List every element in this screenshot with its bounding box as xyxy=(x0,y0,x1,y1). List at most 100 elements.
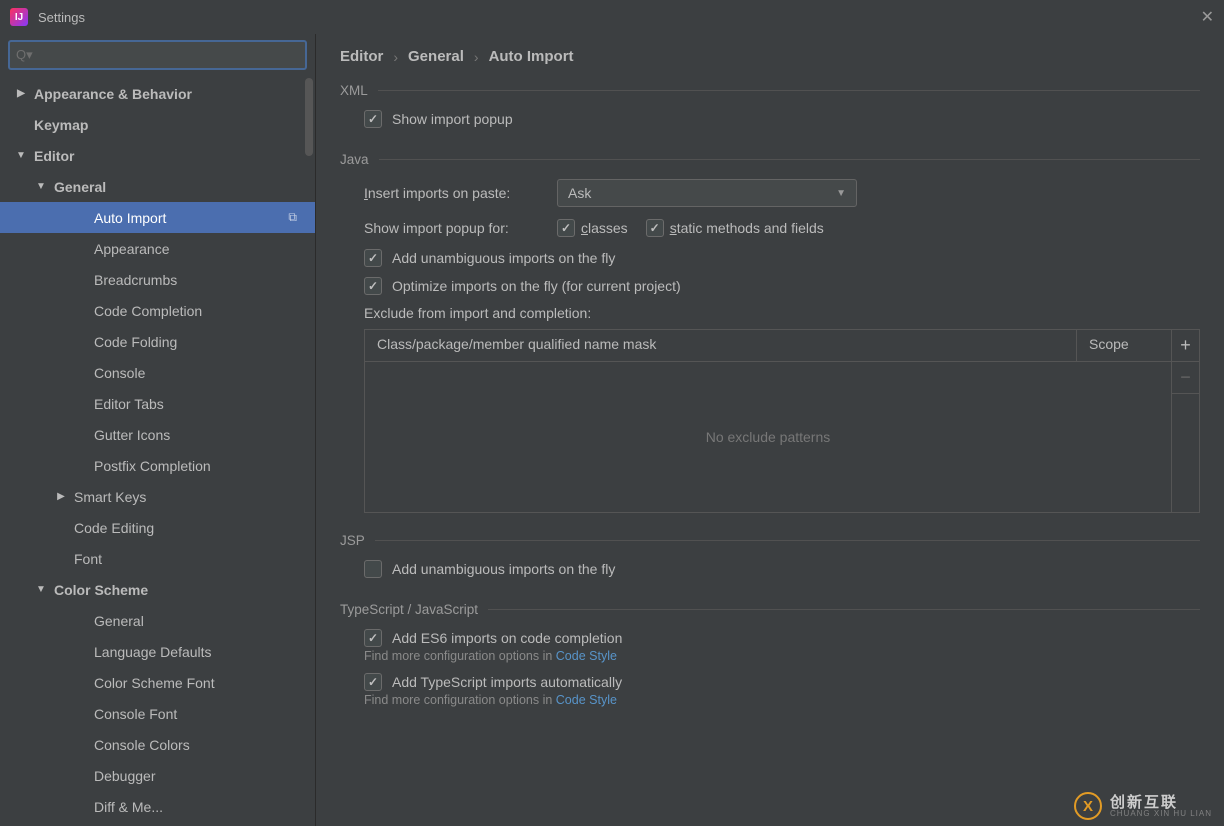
empty-text: No exclude patterns xyxy=(706,429,831,445)
column-header[interactable]: Scope xyxy=(1077,330,1171,361)
section-title: JSP xyxy=(340,533,365,548)
sidebar-item-label: Console xyxy=(94,365,145,381)
chevron-right-icon: › xyxy=(393,49,398,65)
section-jsp: JSP xyxy=(340,533,1200,548)
watermark: X 创新互联 CHUANG XIN HU LIAN xyxy=(1074,792,1212,820)
hint-text: Find more configuration options in Code … xyxy=(364,693,1200,707)
sidebar-item-label: Keymap xyxy=(34,117,88,133)
arrow-icon: ▼ xyxy=(34,584,48,595)
sidebar-item-debugger[interactable]: Debugger xyxy=(0,760,315,791)
sidebar-item-label: Console Colors xyxy=(94,737,190,753)
sidebar-item-editor-tabs[interactable]: Editor Tabs xyxy=(0,388,315,419)
xml-show-popup-checkbox[interactable] xyxy=(364,110,382,128)
sidebar-item-postfix-completion[interactable]: Postfix Completion xyxy=(0,450,315,481)
sidebar: Q▾ ▶Appearance & Behavior Keymap ▼ Editor ▼ G… xyxy=(0,34,316,826)
sidebar-item-label: Appearance xyxy=(94,241,170,257)
section-title: XML xyxy=(340,83,368,98)
close-icon[interactable]: ✕ xyxy=(1201,7,1214,27)
code-style-link[interactable]: Code Style xyxy=(556,693,617,707)
sidebar-item-keymap[interactable]: Keymap xyxy=(0,109,315,140)
checkbox-label: Add TypeScript imports automatically xyxy=(392,674,622,690)
insert-paste-label: Insert imports on paste: xyxy=(364,185,539,201)
exclude-label: Exclude from import and completion: xyxy=(364,305,591,321)
chevron-right-icon: › xyxy=(474,49,479,65)
sidebar-item-breadcrumbs[interactable]: Breadcrumbs xyxy=(0,264,315,295)
sidebar-item-code-editing[interactable]: Code Editing xyxy=(0,512,315,543)
sidebar-item-label: Code Editing xyxy=(74,520,154,536)
arrow-icon: ▶ xyxy=(54,491,68,502)
section-xml: XML xyxy=(340,83,1200,98)
add-es6-checkbox[interactable] xyxy=(364,629,382,647)
sidebar-item-color-scheme-font[interactable]: Color Scheme Font xyxy=(0,667,315,698)
sidebar-item-label: Language Defaults xyxy=(94,644,212,660)
sidebar-item-label: Font xyxy=(74,551,102,567)
search-box[interactable]: Q▾ xyxy=(8,40,307,70)
sidebar-item-label: Color Scheme xyxy=(54,582,148,598)
sidebar-item-appearance-behavior[interactable]: ▶Appearance & Behavior xyxy=(0,78,315,109)
sidebar-item-general[interactable]: General xyxy=(0,605,315,636)
main-panel: Editor › General › Auto Import XML Show … xyxy=(316,34,1224,826)
checkbox-label: Add unambiguous imports on the fly xyxy=(392,561,615,577)
code-style-link[interactable]: Code Style xyxy=(556,649,617,663)
sidebar-item-console[interactable]: Console xyxy=(0,357,315,388)
insert-paste-select[interactable]: Ask ▼ xyxy=(557,179,857,207)
sidebar-item-label: Diff & Me... xyxy=(94,799,163,815)
sidebar-item-label: Postfix Completion xyxy=(94,458,211,474)
checkbox-label: static methods and fields xyxy=(670,220,824,236)
sidebar-item-label: Code Completion xyxy=(94,303,202,319)
window-title: Settings xyxy=(38,10,85,25)
sidebar-item-language-defaults[interactable]: Language Defaults xyxy=(0,636,315,667)
titlebar: IJ Settings ✕ xyxy=(0,0,1224,34)
sidebar-item-diff-me-[interactable]: Diff & Me... xyxy=(0,791,315,822)
checkbox-label: Show import popup xyxy=(392,111,513,127)
sidebar-item-label: General xyxy=(54,179,106,195)
breadcrumb-item[interactable]: General xyxy=(408,48,464,65)
sidebar-item-label: Editor xyxy=(34,148,74,164)
checkbox-label: Add unambiguous imports on the fly xyxy=(392,250,615,266)
breadcrumb-item: Auto Import xyxy=(489,48,574,65)
checkbox-label: Add ES6 imports on code completion xyxy=(392,630,622,646)
sidebar-item-font[interactable]: Font xyxy=(0,543,315,574)
section-java: Java xyxy=(340,152,1200,167)
hint-text: Find more configuration options in Code … xyxy=(364,649,1200,663)
column-header[interactable]: Class/package/member qualified name mask xyxy=(365,330,1077,361)
sidebar-item-console-font[interactable]: Console Font xyxy=(0,698,315,729)
arrow-icon: ▶ xyxy=(14,88,28,99)
sidebar-item-appearance[interactable]: Appearance xyxy=(0,233,315,264)
exclude-table: Class/package/member qualified name mask… xyxy=(364,329,1172,513)
section-ts: TypeScript / JavaScript xyxy=(340,602,1200,617)
sidebar-item-code-folding[interactable]: Code Folding xyxy=(0,326,315,357)
static-methods-checkbox[interactable] xyxy=(646,219,664,237)
sidebar-item-console-colors[interactable]: Console Colors xyxy=(0,729,315,760)
sidebar-item-color-scheme[interactable]: ▼ Color Scheme xyxy=(0,574,315,605)
classes-checkbox[interactable] xyxy=(557,219,575,237)
breadcrumb-item[interactable]: Editor xyxy=(340,48,383,65)
sidebar-item-general[interactable]: ▼ General xyxy=(0,171,315,202)
sidebar-item-label: Breadcrumbs xyxy=(94,272,177,288)
watermark-icon: X xyxy=(1074,792,1102,820)
sidebar-item-smart-keys[interactable]: ▶Smart Keys xyxy=(0,481,315,512)
section-title: Java xyxy=(340,152,369,167)
select-value: Ask xyxy=(568,185,591,201)
sidebar-item-editor[interactable]: ▼ Editor xyxy=(0,140,315,171)
sidebar-item-label: Color Scheme Font xyxy=(94,675,215,691)
sidebar-item-gutter-icons[interactable]: Gutter Icons xyxy=(0,419,315,450)
scrollbar[interactable] xyxy=(305,78,313,156)
arrow-icon: ▼ xyxy=(34,181,48,192)
jsp-add-unambiguous-checkbox[interactable] xyxy=(364,560,382,578)
add-unambiguous-checkbox[interactable] xyxy=(364,249,382,267)
add-ts-checkbox[interactable] xyxy=(364,673,382,691)
sidebar-item-code-completion[interactable]: Code Completion xyxy=(0,295,315,326)
sidebar-item-label: Auto Import xyxy=(94,210,166,226)
checkbox-label: classes xyxy=(581,220,628,236)
app-icon: IJ xyxy=(10,8,28,26)
arrow-icon: ▼ xyxy=(14,150,28,161)
search-input[interactable] xyxy=(37,48,299,63)
section-title: TypeScript / JavaScript xyxy=(340,602,478,617)
settings-tree[interactable]: ▶Appearance & Behavior Keymap ▼ Editor ▼ Gene… xyxy=(0,78,315,826)
checkbox-label: Optimize imports on the fly (for current… xyxy=(392,278,681,294)
optimize-imports-checkbox[interactable] xyxy=(364,277,382,295)
sidebar-item-auto-import[interactable]: Auto Import ⧉ xyxy=(0,202,315,233)
add-button[interactable]: + xyxy=(1172,330,1199,362)
copy-icon[interactable]: ⧉ xyxy=(288,210,297,225)
